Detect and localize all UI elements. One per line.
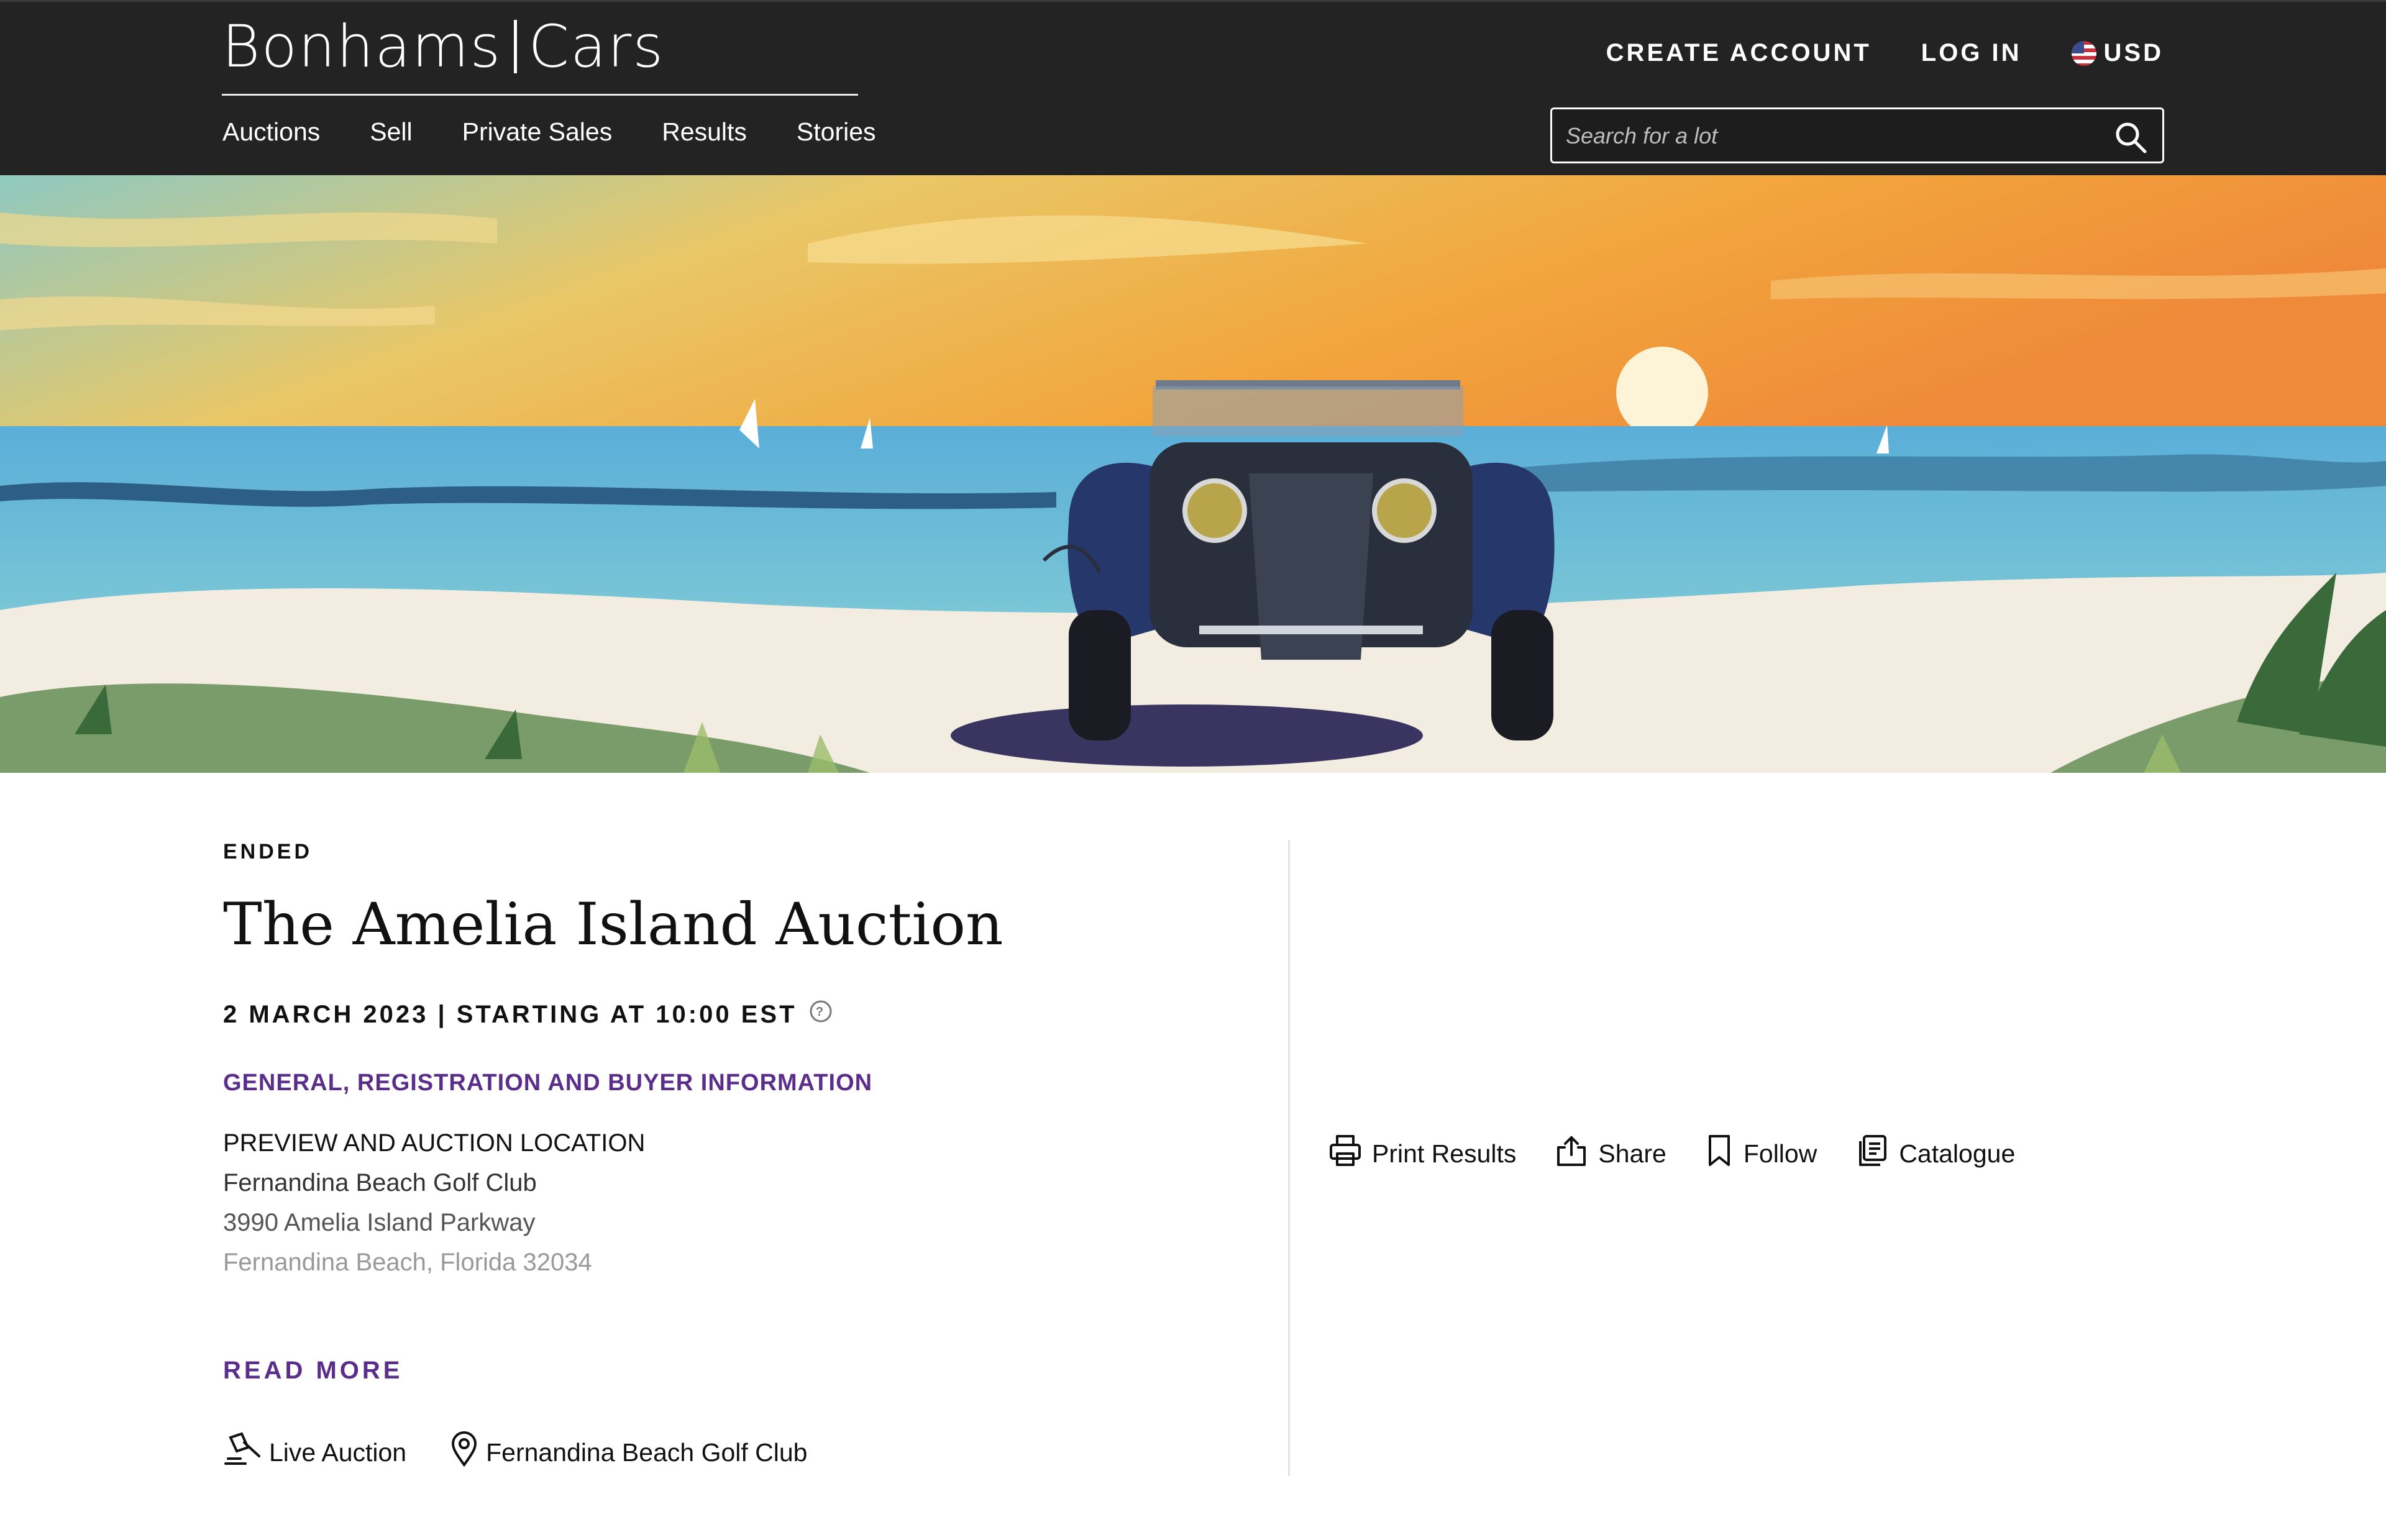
catalogue-button[interactable]: Catalogue [1855,1134,2015,1173]
print-results-button[interactable]: Print Results [1328,1134,1516,1173]
location-line: Fernandina Beach Golf Club [223,1169,537,1196]
currency-selector[interactable]: USD [2071,39,2164,67]
nav-auctions[interactable]: Auctions [222,117,320,147]
auction-datetime: 2 MARCH 2023 | STARTING AT 10:00 EST ? [223,999,833,1030]
nav-private-sales[interactable]: Private Sales [462,117,613,147]
live-auction-tag: Live Auction [223,1431,406,1474]
us-flag-icon [2071,40,2096,66]
auction-meta: Live Auction Fernandina Beach Golf Club [223,1431,807,1474]
location-pin-icon [450,1431,478,1474]
logo-cars-text: Cars [528,12,665,81]
logo-underline [222,94,858,96]
venue-label: Fernandina Beach Golf Club [486,1437,808,1467]
site-header: Bonhams Cars Auctions Sell Private Sales… [0,0,2386,175]
auction-status: ENDED [223,840,313,863]
share-icon [1555,1134,1588,1173]
auction-actions: Print Results Share Follow Catalogue [1328,1134,2015,1173]
venue-tag[interactable]: Fernandina Beach Golf Club [450,1431,807,1474]
beach-car-illustration [0,175,2386,773]
share-button[interactable]: Share [1555,1134,1666,1173]
buyer-information-link[interactable]: GENERAL, REGISTRATION AND BUYER INFORMAT… [223,1070,872,1096]
auction-date-text: 2 MARCH 2023 | STARTING AT 10:00 EST [223,1000,797,1028]
read-more-link[interactable]: READ MORE [223,1357,403,1385]
log-in-link[interactable]: LOG IN [1921,39,2022,67]
info-icon[interactable]: ? [808,999,833,1030]
main-nav: Auctions Sell Private Sales Results Stor… [222,117,876,147]
gavel-icon [223,1431,262,1474]
catalogue-label: Catalogue [1899,1139,2016,1168]
search-box [1550,107,2164,163]
page-title: The Amelia Island Auction [223,891,1003,959]
account-bar: CREATE ACCOUNT LOG IN USD [1606,39,2164,67]
svg-text:?: ? [815,1005,825,1019]
share-label: Share [1598,1139,1666,1168]
nav-sell[interactable]: Sell [370,117,412,147]
bonhams-cars-logo[interactable]: Bonhams Cars [222,12,665,81]
location-heading: PREVIEW AND AUCTION LOCATION [223,1129,646,1157]
follow-label: Follow [1743,1139,1817,1168]
currency-label: USD [2103,39,2164,66]
logo-bonhams-text: Bonhams [222,12,502,81]
nav-stories[interactable]: Stories [797,117,876,147]
nav-results[interactable]: Results [662,117,747,147]
follow-button[interactable]: Follow [1705,1134,1817,1173]
print-results-label: Print Results [1372,1139,1517,1168]
live-auction-label: Live Auction [269,1437,407,1467]
content-divider [1288,840,1290,1476]
search-icon[interactable] [2114,121,2147,157]
create-account-link[interactable]: CREATE ACCOUNT [1606,39,1872,67]
bookmark-icon [1705,1134,1734,1173]
catalogue-icon [1855,1134,1889,1173]
location-line: Fernandina Beach, Florida 32034 [223,1249,592,1276]
logo-divider [514,20,518,73]
hero-illustration [0,175,2386,773]
search-input[interactable] [1565,109,2101,163]
location-line: 3990 Amelia Island Parkway [223,1209,536,1236]
printer-icon [1328,1134,1362,1173]
